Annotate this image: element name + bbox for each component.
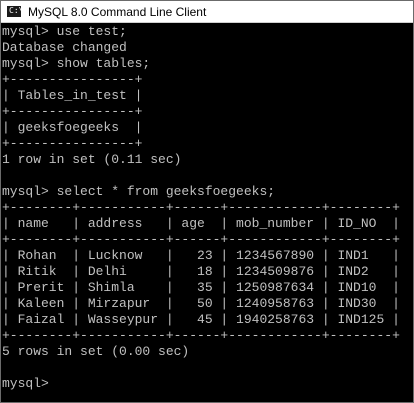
mysql-client-window: C:\_ MySQL 8.0 Command Line Client mysql…	[0, 0, 414, 403]
console-icon-glyph: C:\_	[9, 6, 29, 15]
console-icon: C:\_	[7, 6, 28, 17]
console-line-table-border: +----------------+	[2, 104, 143, 119]
console-line-status: 5 rows in set (0.00 sec)	[2, 344, 190, 359]
console-line-table-row: | Rohan | Lucknow | 23 | 1234567890 | IN…	[2, 248, 400, 263]
console-line-blank	[2, 168, 412, 184]
console-output[interactable]: mysql> use test; Database changed mysql>…	[2, 24, 412, 402]
console-line-command: mysql> select * from geeksfoegeeks;	[2, 184, 276, 199]
console-line-table-row: | Kaleen | Mirzapur | 50 | 1240958763 | …	[2, 296, 400, 311]
console-line-table-border: +----------------+	[2, 72, 143, 87]
console-line-table-row: | Ritik | Delhi | 18 | 1234509876 | IND2…	[2, 264, 400, 279]
console-line-table-row: | Faizal | Wasseypur | 45 | 1940258763 |…	[2, 312, 400, 327]
console-line-blank	[2, 360, 412, 376]
console-line-table-header: | name | address | age | mob_number | ID…	[2, 216, 400, 231]
console-line-table-border: +--------+-----------+------+-----------…	[2, 328, 400, 343]
console-line-status: 1 row in set (0.11 sec)	[2, 152, 182, 167]
console-line-table-border: +--------+-----------+------+-----------…	[2, 200, 400, 215]
console-line-table-row: | Prerit | Shimla | 35 | 1250987634 | IN…	[2, 280, 400, 295]
console-line-command: mysql> show tables;	[2, 56, 151, 71]
console-line-table-row: | geeksfoegeeks |	[2, 120, 143, 135]
console-line-output: Database changed	[2, 40, 127, 55]
console-prompt[interactable]: mysql>	[2, 376, 412, 392]
console-line-table-border: +----------------+	[2, 136, 143, 151]
console-line-table-border: +--------+-----------+------+-----------…	[2, 232, 400, 247]
console-line-command: mysql> use test;	[2, 24, 127, 39]
title-bar[interactable]: C:\_ MySQL 8.0 Command Line Client	[1, 1, 413, 23]
console-line-table-header: | Tables_in_test |	[2, 88, 143, 103]
window-title: MySQL 8.0 Command Line Client	[28, 5, 207, 19]
